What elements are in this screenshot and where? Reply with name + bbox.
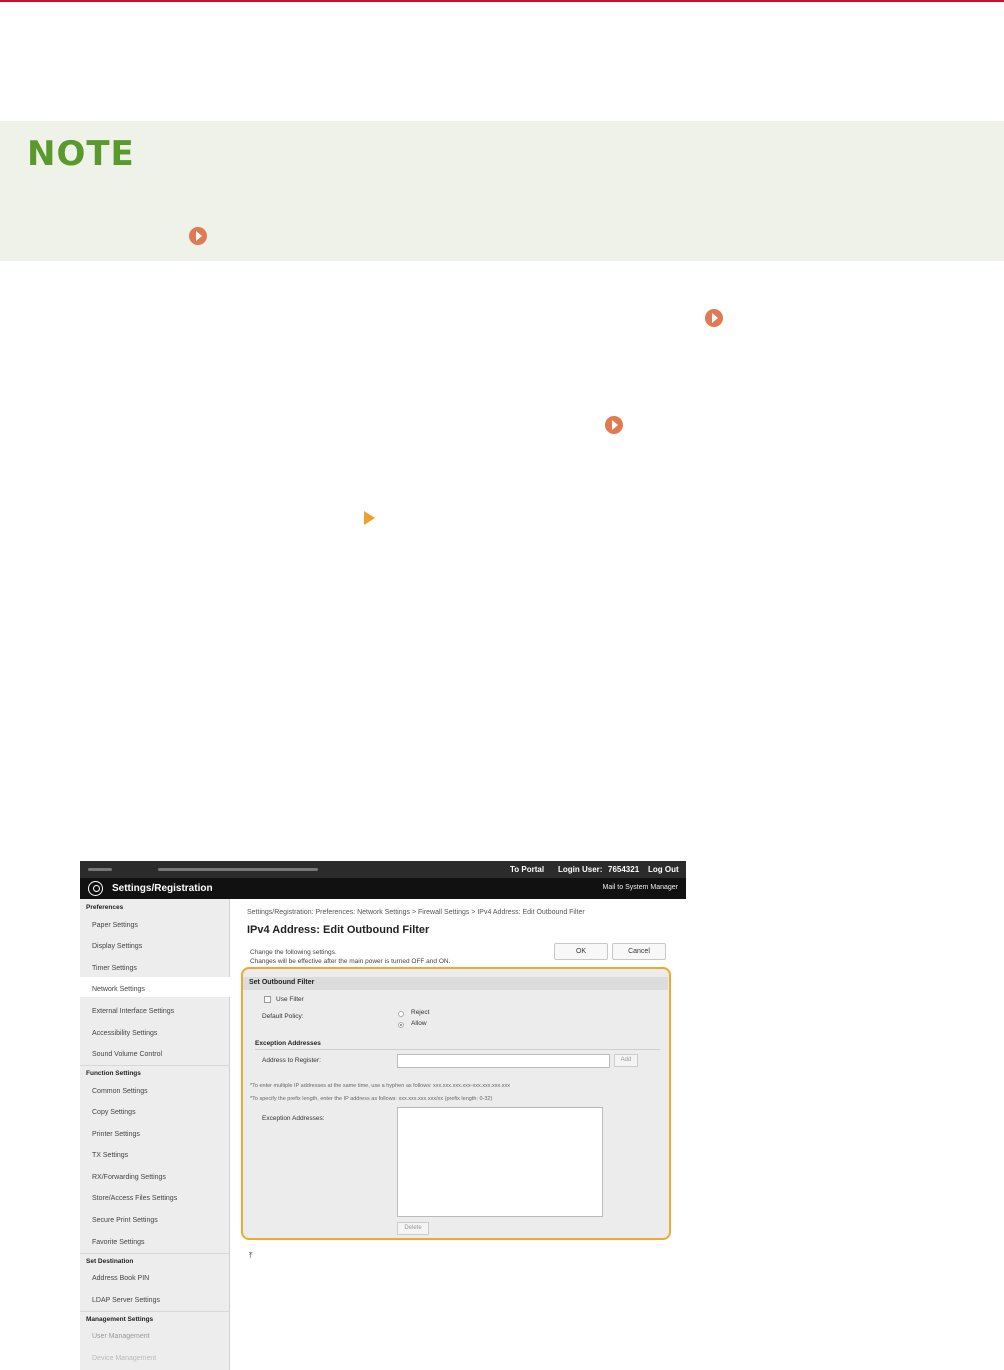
top-rule [0,0,1004,2]
cancel-button[interactable]: Cancel [612,943,666,960]
sidebar-section-preferences: Preferences [86,904,124,911]
allow-label: Allow [411,1020,427,1027]
logout-link[interactable]: Log Out [648,865,679,874]
mail-to-system-manager-link[interactable]: Mail to System Manager [603,884,678,891]
sidebar-item-external-interface-settings[interactable]: External Interface Settings [92,1008,174,1015]
link-arrow-icon[interactable] [189,227,207,245]
default-policy-label: Default Policy: [262,1013,304,1020]
hint-multiple-addresses: *To enter multiple IP addresses at the s… [250,1083,511,1089]
info-text-2: Changes will be effective after the main… [250,958,451,965]
sidebar-section-set-destination: Set Destination [86,1258,134,1265]
ui-header: Settings/Registration Mail to System Man… [80,878,686,899]
use-filter-checkbox[interactable] [264,996,271,1003]
app-logo-icon [88,881,103,896]
page-title: IPv4 Address: Edit Outbound Filter [247,924,430,936]
sidebar-section-management-settings: Management Settings [86,1316,154,1323]
to-portal-link[interactable]: To Portal [510,865,544,874]
header-title: Settings/Registration [112,883,213,894]
sidebar-item-favorite-settings[interactable]: Favorite Settings [92,1239,145,1246]
sidebar: Preferences Paper Settings Display Setti… [80,899,230,1370]
sidebar-item-paper-settings[interactable]: Paper Settings [92,922,138,929]
sidebar-item-common-settings[interactable]: Common Settings [92,1088,148,1095]
sidebar-item-printer-settings[interactable]: Printer Settings [92,1131,140,1138]
reject-radio[interactable] [398,1011,404,1017]
delete-button[interactable]: Delete [397,1222,429,1235]
note-title: NOTE [27,134,135,174]
ui-top-bar: To Portal Login User: 7654321 Log Out [80,861,686,878]
link-arrow-icon[interactable] [705,309,723,327]
sidebar-item-accessibility-settings[interactable]: Accessibility Settings [92,1030,157,1037]
sidebar-item-ldap-server-settings[interactable]: LDAP Server Settings [92,1297,160,1304]
login-user-label: Login User: [558,865,603,874]
sidebar-section-function-settings: Function Settings [86,1070,141,1077]
address-to-register-label: Address to Register: [262,1057,321,1064]
sidebar-item-secure-print-settings[interactable]: Secure Print Settings [92,1217,158,1224]
panel-heading: Set Outbound Filter [243,977,668,990]
back-to-top-icon[interactable]: ⤒ [249,1251,253,1261]
sidebar-item-copy-settings[interactable]: Copy Settings [92,1109,136,1116]
sidebar-item-rx-forwarding-settings[interactable]: RX/Forwarding Settings [92,1174,166,1181]
allow-radio[interactable] [398,1022,404,1028]
sidebar-item-store-access-files-settings[interactable]: Store/Access Files Settings [92,1195,177,1202]
sidebar-item-sound-volume-control[interactable]: Sound Volume Control [92,1051,162,1058]
step-arrow-icon [364,511,375,525]
panel-heading-text: Set Outbound Filter [249,979,315,986]
breadcrumb: Settings/Registration: Preferences: Netw… [247,909,585,916]
sidebar-item-network-settings[interactable]: Network Settings [92,986,145,993]
reject-label: Reject [411,1009,430,1016]
outbound-filter-panel: Set Outbound Filter Use Filter Default P… [241,967,671,1240]
sidebar-item-device-management[interactable]: Device Management [92,1355,156,1362]
sidebar-item-display-settings[interactable]: Display Settings [92,943,142,950]
sidebar-item-user-management[interactable]: User Management [92,1333,150,1340]
ok-button[interactable]: OK [554,943,608,960]
sidebar-item-timer-settings[interactable]: Timer Settings [92,965,137,972]
exception-addresses-heading: Exception Addresses [255,1040,321,1047]
manual-page: NOTE To Portal Login User: 7654321 Log O… [0,0,1004,1370]
remote-ui-screenshot: To Portal Login User: 7654321 Log Out Se… [80,861,686,1370]
sidebar-item-address-book-pin[interactable]: Address Book PIN [92,1275,149,1282]
hint-prefix-length: *To specify the prefix length, enter the… [250,1096,493,1102]
use-filter-label: Use Filter [276,996,304,1003]
exception-addresses-list[interactable] [397,1107,603,1217]
login-user-value: 7654321 [608,865,640,874]
link-arrow-icon[interactable] [605,416,623,434]
sidebar-item-tx-settings[interactable]: TX Settings [92,1152,128,1159]
note-box [0,121,1004,261]
info-text-1: Change the following settings. [250,949,337,956]
address-to-register-input[interactable] [397,1054,610,1068]
exception-addresses-list-label: Exception Addresses: [262,1115,325,1122]
add-button[interactable]: Add [614,1054,638,1067]
